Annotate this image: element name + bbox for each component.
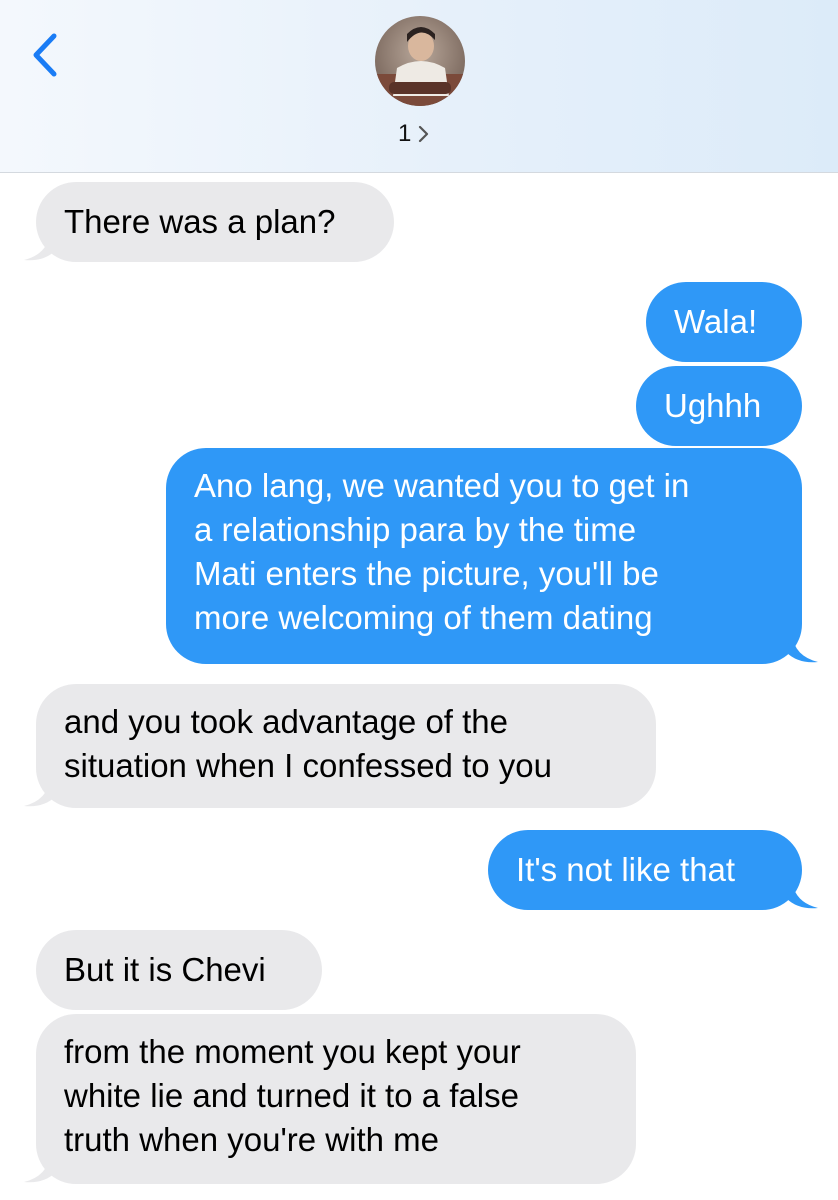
bubble-tail: [24, 778, 56, 807]
avatar-photo: [375, 16, 465, 106]
message-bubble-outgoing[interactable]: Ughhh: [636, 366, 802, 446]
message-bubble-outgoing[interactable]: Ano lang, we wanted you to get in a rela…: [166, 448, 802, 664]
bubble-tail: [24, 1154, 56, 1183]
message-bubble-incoming[interactable]: and you took advantage of the situation …: [36, 684, 656, 808]
message-bubble-outgoing[interactable]: Wala!: [646, 282, 802, 362]
conversation-header: 1: [0, 0, 838, 173]
message-thread: There was a plan? Wala! Ughhh Ano lang, …: [0, 172, 838, 1200]
bubble-tail: [24, 232, 56, 261]
chevron-right-icon: [419, 125, 429, 143]
message-bubble-incoming[interactable]: There was a plan?: [36, 182, 394, 262]
contact-details-link[interactable]: 1: [398, 118, 429, 150]
message-bubble-incoming[interactable]: from the moment you kept your white lie …: [36, 1014, 636, 1184]
bubble-tail: [786, 634, 818, 663]
bubble-tail: [786, 880, 818, 909]
chevron-left-icon: [33, 33, 57, 77]
message-bubble-outgoing[interactable]: It's not like that: [488, 830, 802, 910]
contact-avatar[interactable]: [375, 16, 465, 106]
contact-count-label: 1: [398, 120, 412, 147]
message-bubble-incoming[interactable]: But it is Chevi: [36, 930, 322, 1010]
back-button[interactable]: [26, 30, 66, 80]
